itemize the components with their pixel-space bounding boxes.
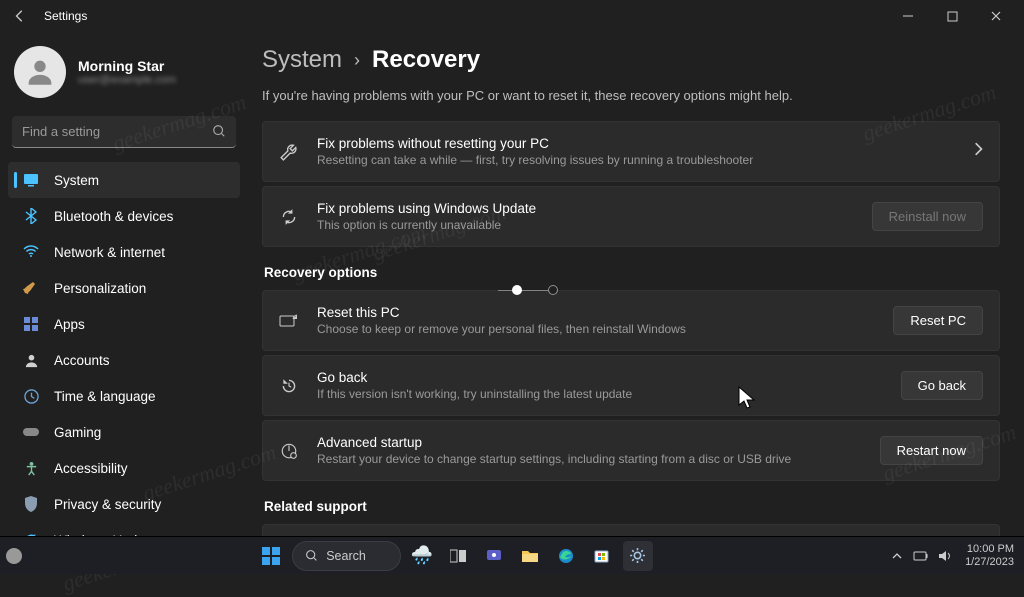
time: 10:00 PM [965,543,1014,556]
card-subtitle: Resetting can take a while — first, try … [317,153,955,167]
game-icon [22,423,40,441]
nav-label: Personalization [54,281,146,296]
window-title: Settings [44,9,87,23]
shield-icon [22,495,40,513]
card-go-back: Go back If this version isn't working, t… [262,355,1000,416]
card-reset-pc: Reset this PC Choose to keep or remove y… [262,290,1000,351]
weather-widget-icon[interactable]: 🌧️ [407,541,437,571]
sync-icon [279,207,299,227]
sidebar: Morning Star user@example.com System B [0,32,248,542]
network-tray-icon[interactable] [911,550,931,562]
nav-label: Apps [54,317,85,332]
card-title: Advanced startup [317,435,862,450]
nav-item-system[interactable]: System [8,162,240,198]
recovery-options-heading: Recovery options [264,265,1000,280]
nav-item-network[interactable]: Network & internet [8,234,240,270]
card-title: Reset this PC [317,305,875,320]
clock[interactable]: 10:00 PM 1/27/2023 [965,543,1014,568]
search-icon [305,549,318,562]
store-icon[interactable] [587,541,617,571]
user-profile[interactable]: Morning Star user@example.com [4,32,244,116]
bluetooth-icon [22,207,40,225]
restart-now-button[interactable]: Restart now [880,436,983,465]
nav-item-personalization[interactable]: Personalization [8,270,240,306]
start-button[interactable] [256,541,286,571]
nav-label: Accessibility [54,461,128,476]
breadcrumb-parent[interactable]: System [262,46,342,74]
reset-icon [279,311,299,331]
main-content: System › Recovery If you're having probl… [248,32,1024,542]
card-advanced-startup: Advanced startup Restart your device to … [262,420,1000,481]
wifi-icon [22,243,40,261]
card-subtitle: Choose to keep or remove your personal f… [317,322,875,336]
nav-label: System [54,173,99,188]
taskbar-search-label: Search [326,549,366,563]
chevron-right-icon [973,142,983,161]
minimize-button[interactable] [886,2,930,30]
settings-taskbar-icon[interactable] [623,541,653,571]
power-gear-icon [279,441,299,461]
card-subtitle: If this version isn't working, try unins… [317,387,883,401]
nav-item-accounts[interactable]: Accounts [8,342,240,378]
titlebar: Settings [0,0,1024,32]
nav-label: Bluetooth & devices [54,209,173,224]
card-title: Fix problems without resetting your PC [317,136,955,151]
nav-item-time[interactable]: Time & language [8,378,240,414]
user-name: Morning Star [78,58,176,74]
task-view-icon[interactable] [443,541,473,571]
nav-item-bluetooth[interactable]: Bluetooth & devices [8,198,240,234]
reset-pc-button[interactable]: Reset PC [893,306,983,335]
taskbar: Search 🌧️ 10:00 PM [0,536,1024,574]
nav-label: Gaming [54,425,101,440]
history-icon [279,376,299,396]
tray-chevron-icon[interactable] [887,552,907,560]
reinstall-now-button: Reinstall now [872,202,983,231]
card-fix-windows-update: Fix problems using Windows Update This o… [262,186,1000,247]
search-input[interactable] [12,116,236,148]
nav-list: System Bluetooth & devices Network & int… [4,162,244,558]
card-fix-problems[interactable]: Fix problems without resetting your PC R… [262,121,1000,182]
edge-icon[interactable] [551,541,581,571]
nav-item-privacy[interactable]: Privacy & security [8,486,240,522]
account-icon [22,351,40,369]
card-subtitle: This option is currently unavailable [317,218,854,232]
card-subtitle: Restart your device to change startup se… [317,452,862,466]
go-back-button[interactable]: Go back [901,371,983,400]
page-title: Recovery [372,46,480,74]
file-explorer-icon[interactable] [515,541,545,571]
breadcrumb-separator-icon: › [354,50,360,71]
nav-item-apps[interactable]: Apps [8,306,240,342]
card-title: Fix problems using Windows Update [317,201,854,216]
user-email: user@example.com [78,74,176,86]
breadcrumb: System › Recovery [262,46,1000,74]
avatar [14,46,66,98]
card-title: Go back [317,370,883,385]
wrench-icon [279,142,299,162]
nav-label: Accounts [54,353,110,368]
nav-label: Network & internet [54,245,165,260]
accessibility-icon [22,459,40,477]
chat-icon[interactable] [479,541,509,571]
close-button[interactable] [974,2,1018,30]
nav-label: Privacy & security [54,497,161,512]
page-subtitle: If you're having problems with your PC o… [262,88,1000,103]
apps-icon [22,315,40,333]
taskbar-search[interactable]: Search [292,541,401,571]
system-icon [22,171,40,189]
back-button[interactable] [6,2,34,30]
clock-icon [22,387,40,405]
date: 1/27/2023 [965,556,1014,569]
related-support-heading: Related support [264,499,1000,514]
search-wrapper [12,116,236,148]
nav-label: Time & language [54,389,156,404]
nav-item-accessibility[interactable]: Accessibility [8,450,240,486]
widgets-button[interactable] [6,548,22,564]
volume-tray-icon[interactable] [935,550,955,562]
nav-item-gaming[interactable]: Gaming [8,414,240,450]
brush-icon [22,279,40,297]
maximize-button[interactable] [930,2,974,30]
